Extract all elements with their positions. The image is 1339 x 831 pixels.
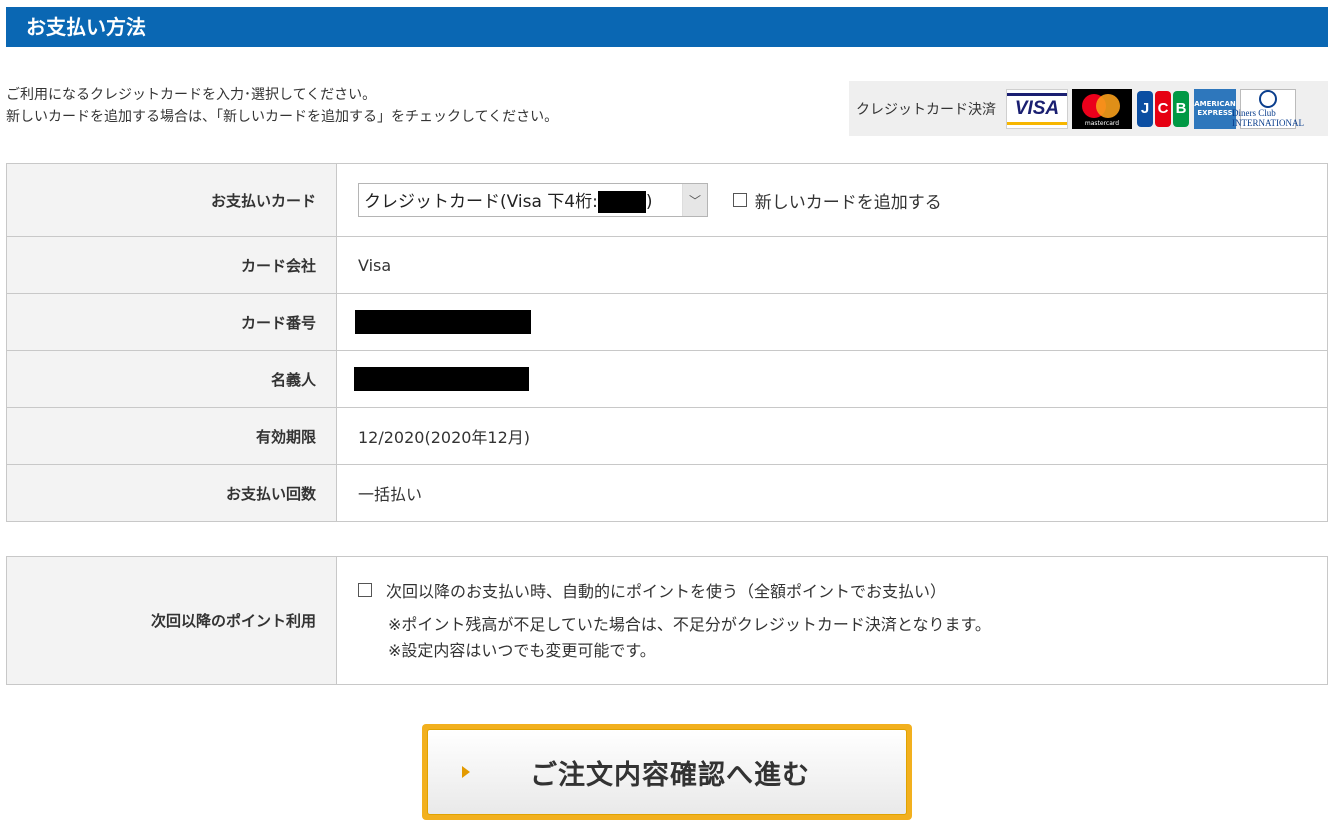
redacted-last4 — [597, 191, 646, 213]
installments-label: お支払い回数 — [6, 464, 337, 522]
row-installments: お支払い回数 一括払い — [6, 464, 1328, 522]
row-expiry: 有効期限 12/2020(2020年12月) — [6, 407, 1328, 465]
diners-logo-icon: Diners Club INTERNATIONAL — [1232, 88, 1304, 129]
row-holder: 名義人 — [6, 350, 1328, 408]
mastercard-logo-icon: mastercard — [1072, 88, 1132, 129]
auto-points-option[interactable]: 次回以降のお支払い時、自動的にポイントを使う（全額ポイントでお支払い） — [358, 578, 1326, 602]
intro-line-2: 新しいカードを追加する場合は、「新しいカードを追加する」をチェックしてください。 — [6, 109, 559, 125]
arrow-right-icon — [462, 766, 470, 778]
brands-label: クレジットカード決済 — [856, 101, 996, 118]
payment-card-label: お支払いカード — [6, 163, 337, 237]
points-note-2: ※設定内容はいつでも変更可能です。 — [388, 640, 656, 660]
add-new-card-label[interactable]: 新しいカードを追加する — [755, 188, 942, 213]
holder-redacted — [354, 367, 529, 391]
jcb-logo-icon: JCB — [1136, 89, 1190, 129]
payment-card-select[interactable]: クレジットカード(Visa 下4桁:) ﹀ — [358, 183, 708, 217]
card-brands-box: クレジットカード決済 VISA mastercard JCB AMERICAN … — [849, 81, 1328, 136]
row-points: 次回以降のポイント利用 次回以降のお支払い時、自動的にポイントを使う（全額ポイン… — [6, 556, 1328, 685]
confirm-order-button[interactable]: ご注文内容確認へ進む — [422, 724, 912, 820]
add-new-card-checkbox[interactable] — [732, 193, 747, 207]
card-company-value: Visa — [336, 236, 1328, 294]
visa-logo-icon: VISA — [1006, 88, 1068, 129]
page-title: お支払い方法 — [26, 15, 146, 39]
points-label: 次回以降のポイント利用 — [6, 556, 337, 685]
payment-info-table: お支払いカード クレジットカード(Visa 下4桁:) ﹀ 新しいカードを追加す… — [6, 163, 1328, 522]
intro-text: ご利用になるクレジットカードを入力･選択してください。 新しいカードを追加する場… — [6, 84, 558, 128]
section-header: お支払い方法 — [6, 7, 1328, 47]
chevron-down-icon[interactable]: ﹀ — [682, 184, 707, 216]
installments-value: 一括払い — [336, 464, 1328, 522]
amex-logo-icon: AMERICAN EXPRESS — [1194, 88, 1236, 129]
row-payment-card: お支払いカード クレジットカード(Visa 下4桁:) ﹀ 新しいカードを追加す… — [6, 163, 1328, 237]
row-card-number: カード番号 — [6, 293, 1328, 351]
card-number-label: カード番号 — [6, 293, 337, 351]
confirm-order-label[interactable]: ご注文内容確認へ進む — [530, 730, 906, 814]
auto-points-checkbox[interactable] — [358, 582, 372, 597]
expiry-label: 有効期限 — [6, 407, 337, 465]
intro-line-1: ご利用になるクレジットカードを入力･選択してください。 — [6, 87, 377, 103]
points-note-1: ※ポイント残高が不足していた場合は、不足分がクレジットカード決済となります。 — [388, 614, 991, 634]
card-number-redacted — [355, 310, 531, 334]
points-table: 次回以降のポイント利用 次回以降のお支払い時、自動的にポイントを使う（全額ポイン… — [6, 556, 1328, 685]
row-card-company: カード会社 Visa — [6, 236, 1328, 294]
auto-points-label[interactable]: 次回以降のお支払い時、自動的にポイントを使う（全額ポイントでお支払い） — [386, 578, 946, 602]
holder-label: 名義人 — [6, 350, 337, 408]
add-new-card-option[interactable]: 新しいカードを追加する — [732, 188, 942, 213]
expiry-value: 12/2020(2020年12月) — [336, 407, 1328, 465]
card-company-label: カード会社 — [6, 236, 337, 294]
